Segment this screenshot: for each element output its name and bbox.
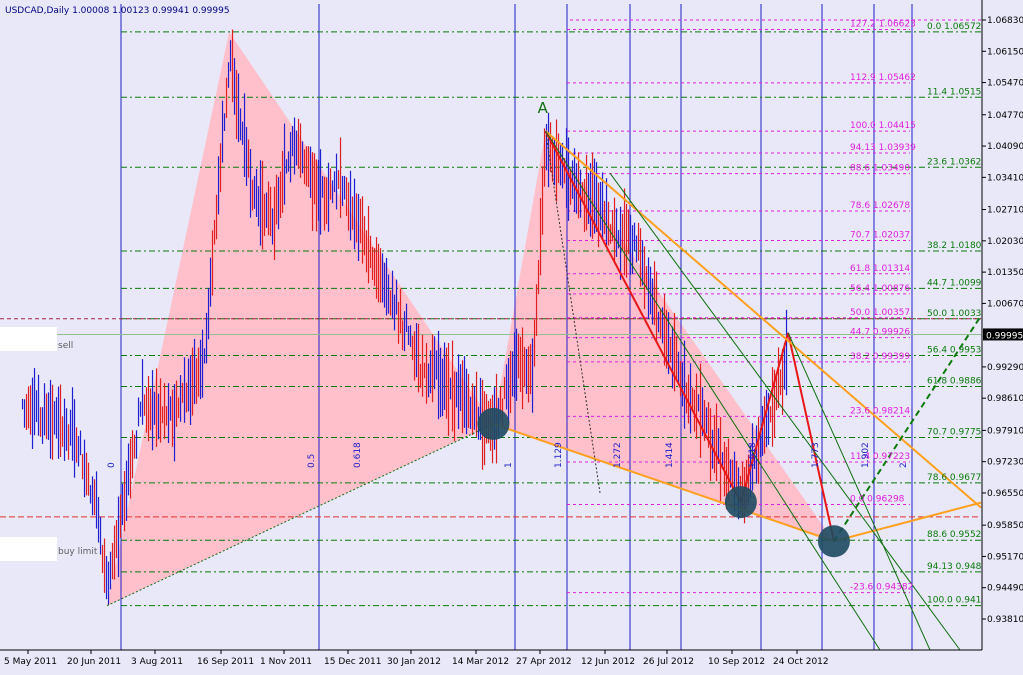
fib-projection-label: 23.6 0.98214 bbox=[850, 406, 910, 416]
price-tick-label: 0.97910 bbox=[987, 426, 1023, 436]
time-tick-label: 26 Jul 2012 bbox=[643, 657, 694, 667]
time-zone-label: 1.902 bbox=[861, 442, 871, 468]
fib-projection-label: 70.7 1.02037 bbox=[850, 231, 910, 241]
time-zone-label: 1 bbox=[504, 462, 514, 468]
fib-projection-label: 38.2 0.99399 bbox=[850, 352, 910, 362]
time-tick-label: 10 Sep 2012 bbox=[708, 657, 765, 667]
fib-level-label: 11.4 1.05150 bbox=[927, 87, 987, 97]
time-zone-label: 1.272 bbox=[613, 442, 623, 468]
chart-root: A 0.0 1.06572 11.4 1.05150 23.6 1.03629 38.2… bbox=[0, 0, 1023, 671]
fib-level-label: 56.4 0.99538 bbox=[927, 345, 987, 355]
time-tick-label: 24 Oct 2012 bbox=[773, 657, 829, 667]
time-tick-label: 20 Jun 2011 bbox=[67, 657, 121, 667]
price-tick-label: 0.93810 bbox=[987, 615, 1023, 625]
price-tick-label: 1.06830 bbox=[987, 16, 1023, 26]
current-price-label: 0.99995 bbox=[986, 331, 1023, 341]
price-tick-label: 1.02710 bbox=[987, 206, 1023, 216]
fib-projection-label: 0.0 0.96298 bbox=[850, 495, 905, 505]
time-tick-label: 3 Aug 2011 bbox=[131, 657, 183, 667]
time-zone-label: 0.618 bbox=[353, 442, 363, 468]
price-tick-label: 0.98610 bbox=[987, 394, 1023, 404]
buy-limit-order-box[interactable] bbox=[0, 537, 57, 561]
fib-projection-label: 56.4 1.00876 bbox=[850, 284, 910, 294]
fib-level-label: 23.6 1.03629 bbox=[927, 157, 987, 167]
price-tick-label: 1.05470 bbox=[987, 79, 1023, 89]
fib-projection-label: 11.4 0.97223 bbox=[850, 452, 910, 462]
fib-projection-label: 88.6 1.03490 bbox=[850, 164, 910, 174]
price-tick-label: 1.03410 bbox=[987, 173, 1023, 183]
price-tick-label: 1.01350 bbox=[987, 268, 1023, 278]
time-zone-label: 1.618 bbox=[748, 442, 758, 468]
fib-level-label: 0.0 1.06572 bbox=[927, 22, 981, 32]
price-tick-label: 0.95850 bbox=[987, 521, 1023, 531]
pivot-circle bbox=[724, 486, 757, 519]
fib-level-label: 61.8 0.98865 bbox=[927, 376, 987, 386]
pattern-label-a: A bbox=[538, 99, 549, 117]
price-tick-label: 1.00670 bbox=[987, 299, 1023, 309]
pivot-circle bbox=[817, 525, 850, 558]
time-zone-label: 1.414 bbox=[665, 442, 675, 468]
pivot-circle bbox=[477, 407, 510, 440]
price-tick-label: 0.94490 bbox=[987, 584, 1023, 594]
time-tick-label: 15 Dec 2011 bbox=[324, 657, 382, 667]
fib-level-label: 44.7 1.00997 bbox=[927, 278, 987, 288]
fib-projection-label: 50.0 1.00357 bbox=[850, 308, 910, 318]
fib-projection-label: 100.0 1.04415 bbox=[850, 121, 916, 131]
time-tick-label: 12 Jun 2012 bbox=[581, 657, 635, 667]
fib-projection-label: 112.9 1.05462 bbox=[850, 73, 916, 83]
fib-level-label: 70.7 0.97755 bbox=[927, 428, 987, 438]
time-tick-label: 27 Apr 2012 bbox=[516, 657, 572, 667]
price-tick-label: 1.04770 bbox=[987, 111, 1023, 121]
chart-header: USDCAD,Daily 1.00008 1.00123 0.99941 0.9… bbox=[5, 6, 230, 16]
sell-label: sell bbox=[58, 341, 73, 351]
time-tick-label: 5 May 2011 bbox=[4, 657, 57, 667]
fib-level-label: 88.6 0.95523 bbox=[927, 530, 987, 540]
fib-projection-label: -23.6 0.94382 bbox=[850, 583, 913, 593]
price-tick-label: 0.96550 bbox=[987, 489, 1023, 499]
time-zone-label: 0.5 bbox=[307, 454, 317, 468]
fib-level-label: 78.6 0.96770 bbox=[927, 473, 987, 483]
price-tick-label: 0.97230 bbox=[987, 458, 1023, 468]
fib-level-label: 50.0 1.00336 bbox=[927, 309, 987, 319]
fib-level-label: 38.2 1.01808 bbox=[927, 241, 987, 251]
time-tick-label: 30 Jan 2012 bbox=[387, 657, 441, 667]
fib-projection-label: 127.2 1.06623 bbox=[850, 20, 916, 30]
price-tick-label: 1.06150 bbox=[987, 47, 1023, 57]
time-zone-label: 2 bbox=[899, 462, 909, 468]
fib-projection-label: 44.7 0.99926 bbox=[850, 328, 910, 338]
fib-projection-label: 94.13 1.03939 bbox=[850, 143, 916, 153]
price-chart[interactable]: A 0.0 1.06572 11.4 1.05150 23.6 1.03629 38.2… bbox=[0, 0, 1023, 671]
time-zone-label: 0 bbox=[107, 462, 117, 468]
buy-limit-label: buy limit bbox=[58, 547, 98, 557]
price-tick-label: 1.02030 bbox=[987, 237, 1023, 247]
price-tick-label: 0.95170 bbox=[987, 552, 1023, 562]
fib-projection-label: 61.8 1.01314 bbox=[850, 264, 910, 274]
time-tick-label: 14 Mar 2012 bbox=[452, 657, 509, 667]
price-tick-label: 1.04090 bbox=[987, 142, 1023, 152]
time-zone-label: 1.129 bbox=[554, 442, 564, 468]
time-tick-label: 1 Nov 2011 bbox=[260, 657, 312, 667]
sell-order-box[interactable] bbox=[0, 327, 57, 351]
time-tick-label: 16 Sep 2011 bbox=[197, 657, 254, 667]
price-tick-label: 0.99290 bbox=[987, 363, 1023, 373]
time-zone-label: 1.773 bbox=[811, 442, 821, 468]
fib-projection-label: 78.6 1.02678 bbox=[850, 201, 910, 211]
